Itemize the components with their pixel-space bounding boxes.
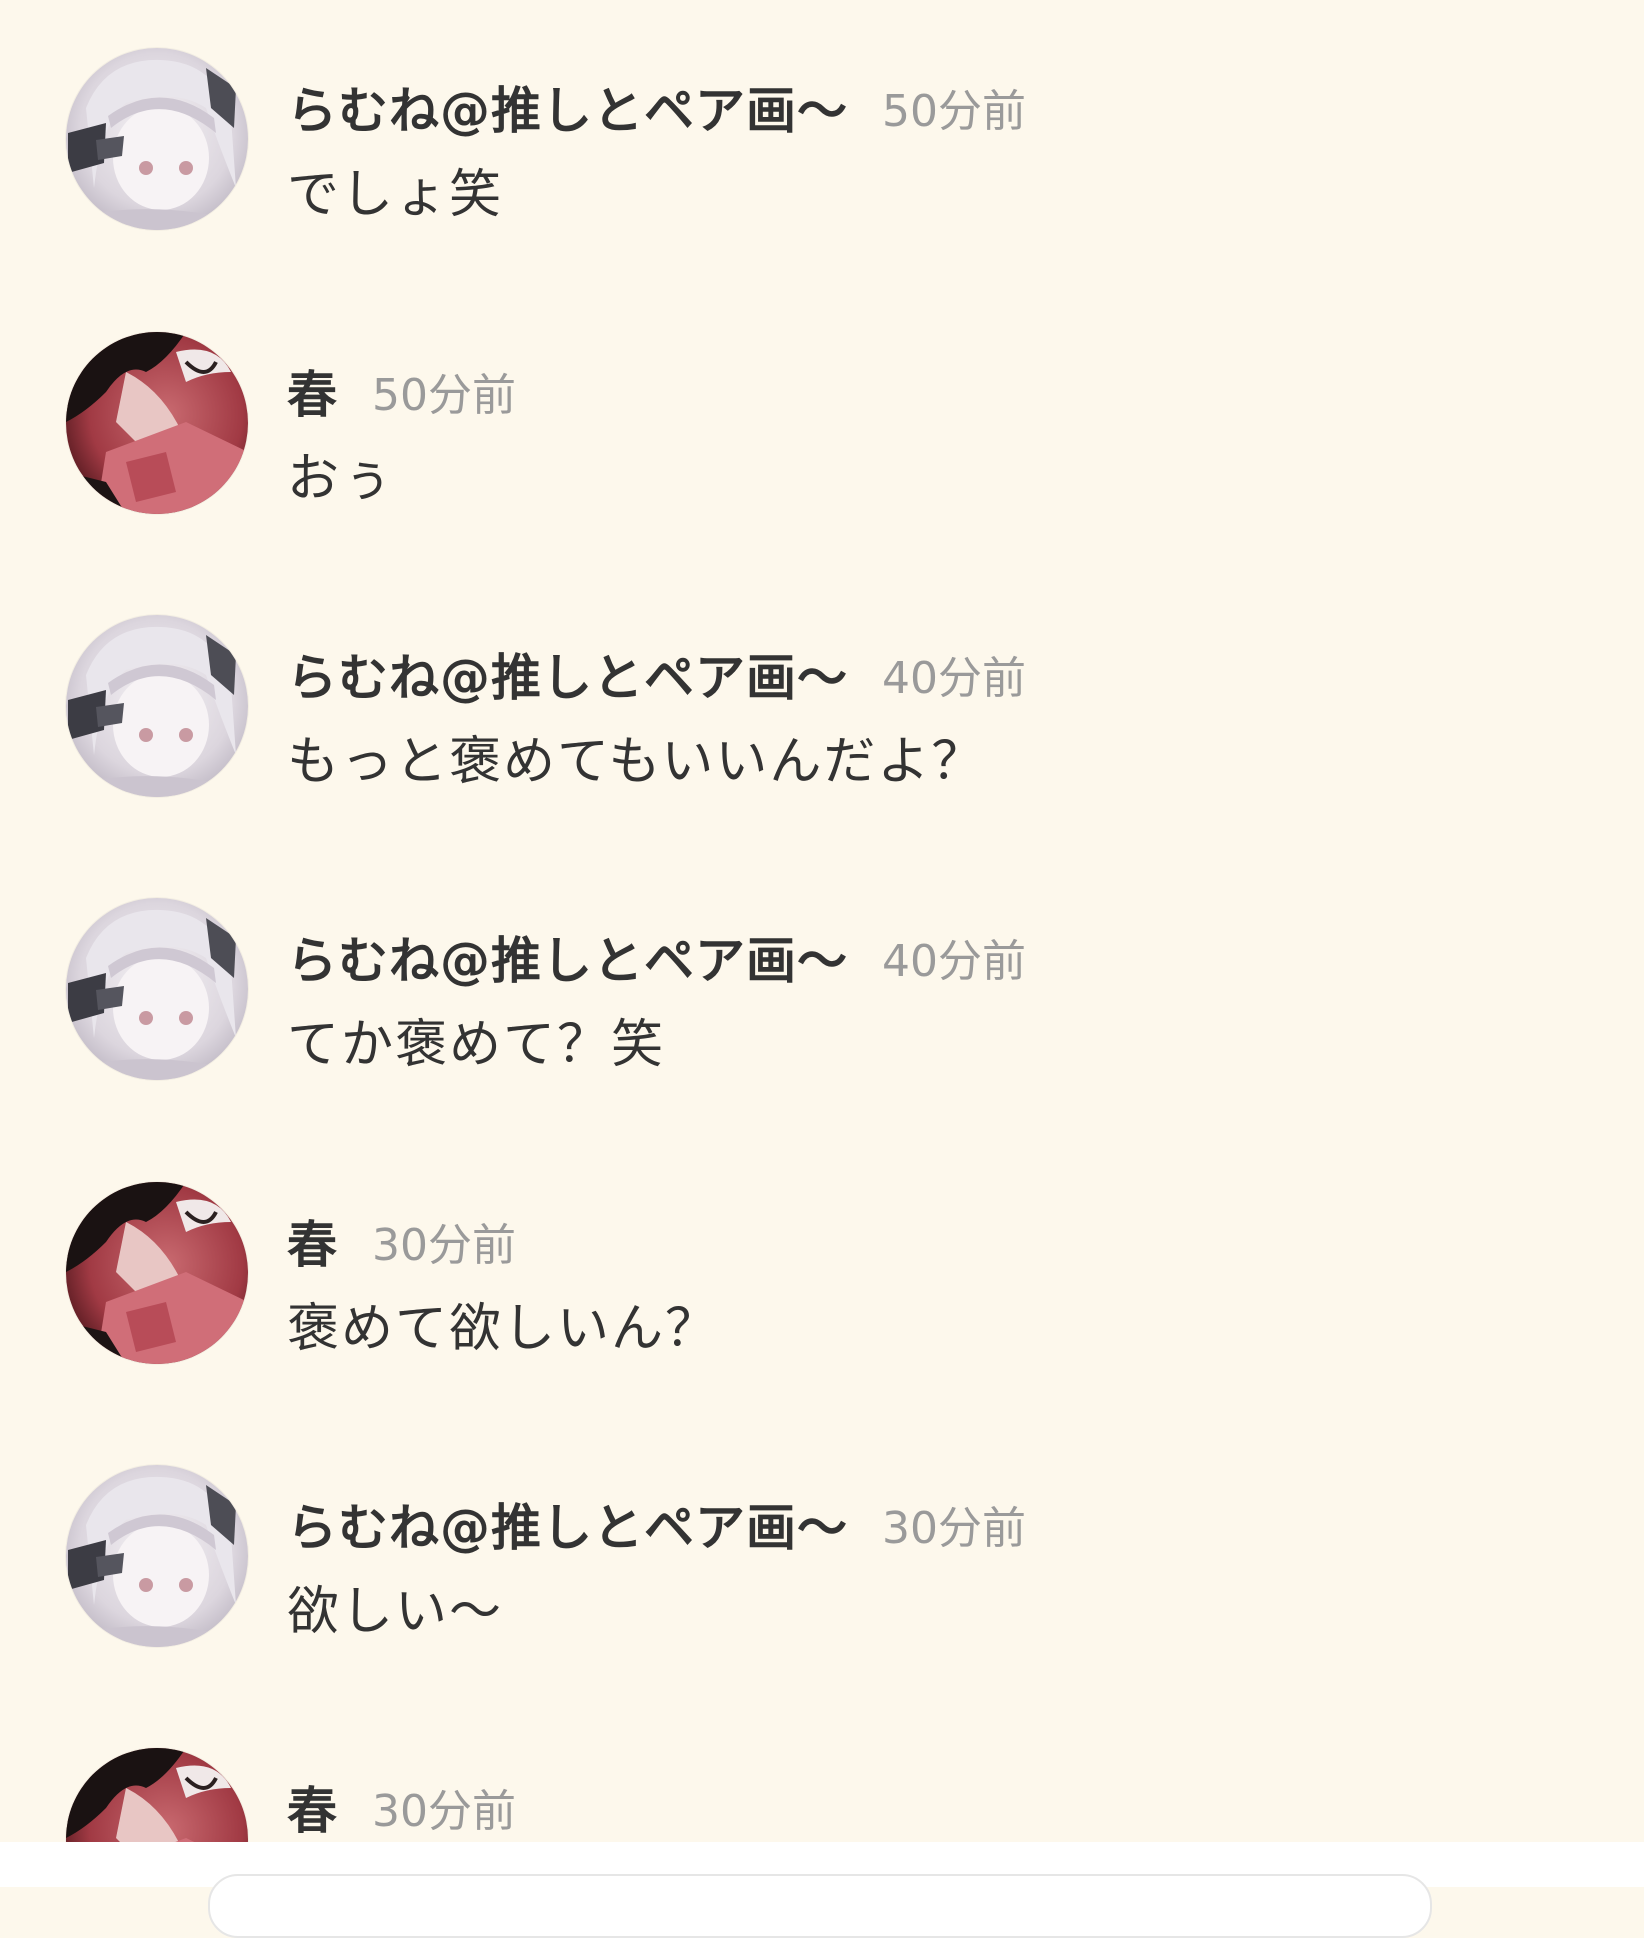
username[interactable]: 春 xyxy=(287,355,338,427)
message-item: 春 30分前 xyxy=(0,1700,1644,1842)
message-text: もっと褒めてもいいんだよ？ xyxy=(287,732,986,792)
message-input-bar xyxy=(0,1842,1644,1938)
message-header: 春 30分前 xyxy=(287,1206,516,1276)
user-avatar[interactable] xyxy=(66,48,248,230)
message-timestamp: 50分前 xyxy=(882,86,1026,137)
message-item: らむね@推しとペア画〜 40分前 もっと褒めてもいいんだよ？ xyxy=(0,567,1644,807)
message-header: らむね@推しとペア画〜 40分前 xyxy=(287,922,1026,992)
message-header: らむね@推しとペア画〜 40分前 xyxy=(287,639,1026,709)
user-avatar[interactable] xyxy=(66,1465,248,1647)
user-avatar[interactable] xyxy=(66,332,248,514)
username[interactable]: らむね@推しとペア画〜 xyxy=(287,71,848,143)
message-timestamp: 50分前 xyxy=(372,370,516,421)
message-item: らむね@推しとペア画〜 40分前 てか褒めて？笑 xyxy=(0,850,1644,1090)
message-text: 欲しい〜 xyxy=(287,1582,504,1642)
message-timestamp: 40分前 xyxy=(882,936,1026,987)
message-item: 春 50分前 おぅ xyxy=(0,284,1644,524)
message-item: らむね@推しとペア画〜 30分前 欲しい〜 xyxy=(0,1417,1644,1657)
message-item: らむね@推しとペア画〜 50分前 でしょ笑 xyxy=(0,0,1644,240)
chat-message-list[interactable]: らむね@推しとペア画〜 50分前 でしょ笑 春 50分前 おぅ らむね@推しとペ… xyxy=(0,0,1644,1842)
message-header: 春 50分前 xyxy=(287,356,516,426)
username[interactable]: 春 xyxy=(287,1205,338,1277)
message-timestamp: 30分前 xyxy=(882,1503,1026,1554)
message-text: おぅ xyxy=(287,449,396,509)
user-avatar[interactable] xyxy=(66,1748,248,1842)
message-text: でしょ笑 xyxy=(287,165,504,225)
username[interactable]: らむね@推しとペア画〜 xyxy=(287,1488,848,1560)
message-header: 春 30分前 xyxy=(287,1772,516,1842)
user-avatar[interactable] xyxy=(66,1182,248,1364)
message-text: てか褒めて？笑 xyxy=(287,1015,666,1075)
message-text: 褒めて欲しいん？ xyxy=(287,1299,720,1359)
message-timestamp: 30分前 xyxy=(372,1786,516,1837)
message-header: らむね@推しとペア画〜 30分前 xyxy=(287,1489,1026,1559)
message-timestamp: 30分前 xyxy=(372,1220,516,1271)
username[interactable]: らむね@推しとペア画〜 xyxy=(287,638,848,710)
message-item: 春 30分前 褒めて欲しいん？ xyxy=(0,1134,1644,1374)
user-avatar[interactable] xyxy=(66,898,248,1080)
message-input[interactable] xyxy=(208,1874,1432,1938)
username[interactable]: 春 xyxy=(287,1771,338,1842)
message-timestamp: 40分前 xyxy=(882,653,1026,704)
message-header: らむね@推しとペア画〜 50分前 xyxy=(287,72,1026,142)
user-avatar[interactable] xyxy=(66,615,248,797)
username[interactable]: らむね@推しとペア画〜 xyxy=(287,921,848,993)
